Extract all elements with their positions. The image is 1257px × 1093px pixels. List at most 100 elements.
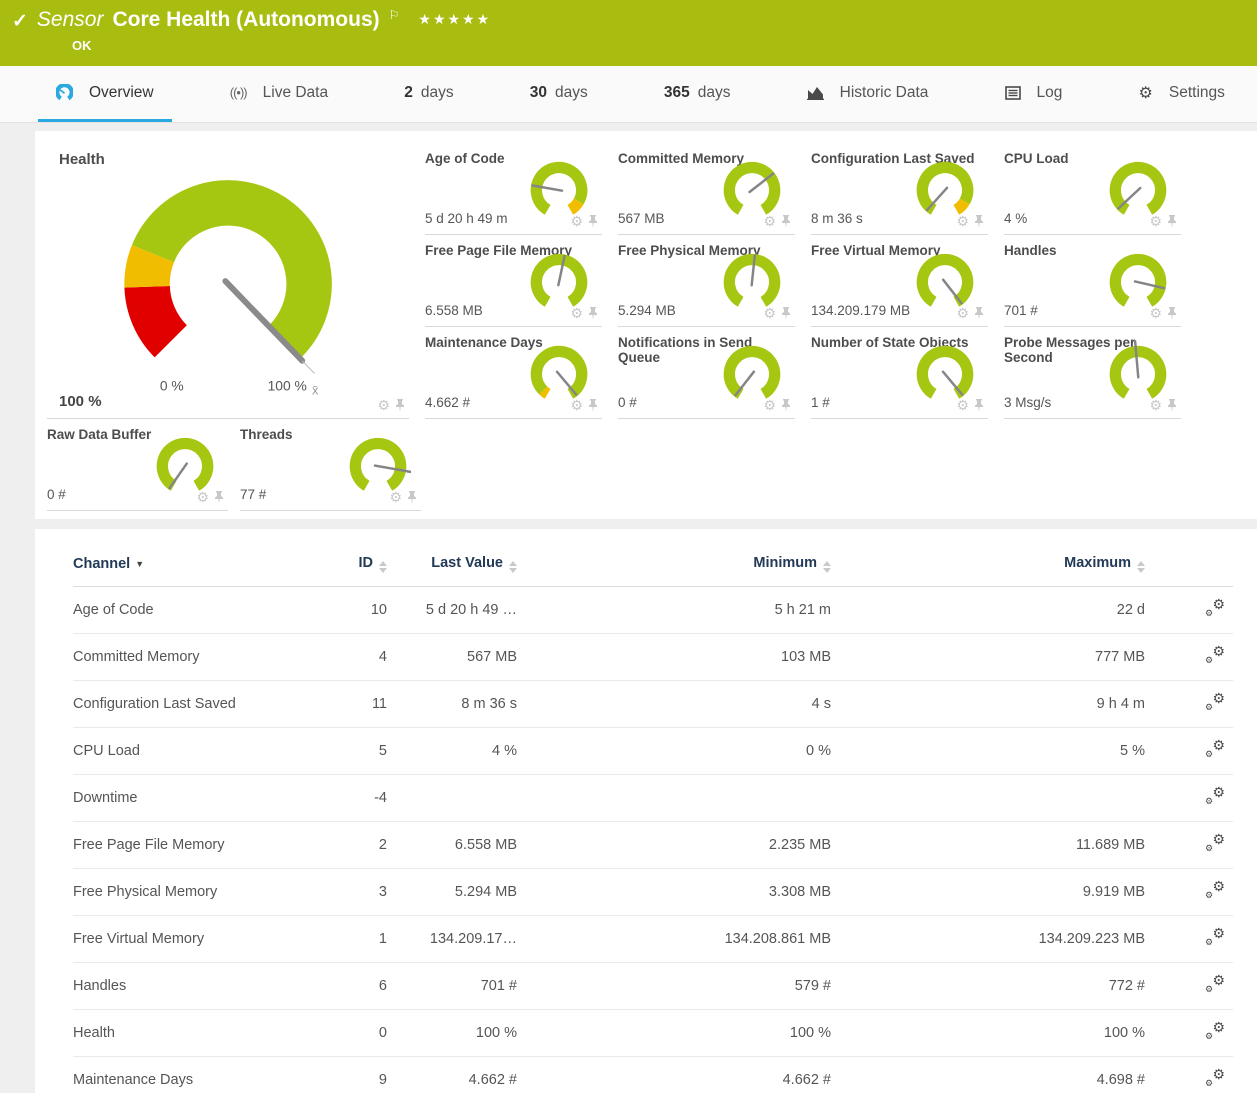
tab-label-bold: 365	[664, 84, 690, 102]
gear-icon[interactable]: ⚙	[377, 398, 390, 412]
cell-id: 0	[287, 1010, 387, 1057]
table-row: Configuration Last Saved 11 8 m 36 s 4 s…	[73, 681, 1233, 728]
column-header-minimum[interactable]: Minimum	[517, 543, 831, 587]
tab-label: Settings	[1169, 84, 1225, 102]
channel-settings-icon[interactable]: ⚙⚙	[1205, 740, 1225, 758]
cell-minimum: 4 s	[517, 681, 831, 728]
tab-30-days[interactable]: 30 days	[512, 66, 606, 122]
gauge-dial	[152, 429, 218, 495]
priority-stars[interactable]: ★★★★★	[418, 11, 491, 28]
gear-icon[interactable]: ⚙	[956, 398, 969, 412]
gear-icon[interactable]: ⚙	[570, 214, 583, 228]
column-header-last-value[interactable]: Last Value	[387, 543, 517, 587]
pin-icon[interactable]	[781, 215, 791, 228]
gear-icon[interactable]: ⚙	[389, 490, 402, 504]
pin-icon[interactable]	[1167, 215, 1177, 228]
cell-minimum: 0 %	[517, 728, 831, 775]
tab-label: days	[421, 84, 454, 102]
channel-settings-icon[interactable]: ⚙⚙	[1205, 975, 1225, 993]
pin-icon[interactable]	[781, 399, 791, 412]
cell-channel: Free Page File Memory	[73, 822, 287, 869]
gauge-card-probe-messages-per-second: Probe Messages per Second 3 Msg/s ⚙	[1004, 327, 1181, 419]
table-row: Free Virtual Memory 1 134.209.17… 134.20…	[73, 916, 1233, 963]
sorted-desc-icon: ▼	[135, 559, 144, 569]
gear-icon[interactable]: ⚙	[1149, 214, 1162, 228]
cell-minimum: 579 #	[517, 963, 831, 1010]
gear-icon[interactable]: ⚙	[196, 490, 209, 504]
gauge-value: 1 #	[811, 395, 830, 410]
cell-settings: ⚙⚙	[1145, 1010, 1233, 1057]
gauge-card-configuration-last-saved: Configuration Last Saved 8 m 36 s ⚙	[811, 143, 988, 235]
channel-settings-icon[interactable]: ⚙⚙	[1205, 881, 1225, 899]
column-header-id[interactable]: ID	[287, 543, 387, 587]
log-list-icon	[1005, 86, 1021, 100]
pin-icon[interactable]	[781, 307, 791, 320]
pin-icon[interactable]	[407, 491, 417, 504]
channel-table: Channel▼ ID Last Value Minimum Maximum A…	[73, 543, 1233, 1093]
column-header-channel[interactable]: Channel▼	[73, 543, 287, 587]
cell-id: 10	[287, 587, 387, 634]
tab-365-days[interactable]: 365 days	[646, 66, 749, 122]
column-label: Maximum	[1064, 555, 1131, 571]
gauge-card-age-of-code: Age of Code 5 d 20 h 49 m ⚙	[425, 143, 602, 235]
pin-icon[interactable]	[1167, 307, 1177, 320]
pin-icon[interactable]	[974, 399, 984, 412]
channel-settings-icon[interactable]: ⚙⚙	[1205, 834, 1225, 852]
channel-settings-icon[interactable]: ⚙⚙	[1205, 693, 1225, 711]
cell-settings: ⚙⚙	[1145, 1057, 1233, 1093]
pin-icon[interactable]	[395, 399, 405, 412]
pin-icon[interactable]	[974, 215, 984, 228]
tab-2-days[interactable]: 2 days	[386, 66, 471, 122]
tab-overview[interactable]: Overview	[38, 66, 172, 122]
gear-icon[interactable]: ⚙	[1149, 398, 1162, 412]
gear-icon[interactable]: ⚙	[763, 398, 776, 412]
gear-icon: ⚙	[1139, 83, 1153, 103]
channel-settings-icon[interactable]: ⚙⚙	[1205, 928, 1225, 946]
gear-icon[interactable]: ⚙	[956, 214, 969, 228]
gear-icon[interactable]: ⚙	[956, 306, 969, 320]
channel-settings-icon[interactable]: ⚙⚙	[1205, 599, 1225, 617]
gauge-card-raw-data-buffer: Raw Data Buffer 0 # ⚙	[47, 419, 228, 511]
table-row: Free Physical Memory 3 5.294 MB 3.308 MB…	[73, 869, 1233, 916]
gauge-dial	[912, 245, 978, 311]
cell-maximum: 4.698 #	[831, 1057, 1145, 1093]
table-row: Committed Memory 4 567 MB 103 MB 777 MB …	[73, 634, 1233, 681]
gauge-dial	[526, 245, 592, 311]
channel-settings-icon[interactable]: ⚙⚙	[1205, 646, 1225, 664]
cell-id: 5	[287, 728, 387, 775]
cell-maximum: 11.689 MB	[831, 822, 1145, 869]
channel-settings-icon[interactable]: ⚙⚙	[1205, 787, 1225, 805]
cell-id: 1	[287, 916, 387, 963]
tab-label-bold: 30	[530, 84, 547, 102]
pin-icon[interactable]	[588, 307, 598, 320]
channel-settings-icon[interactable]: ⚙⚙	[1205, 1069, 1225, 1087]
tab-log[interactable]: Log	[987, 66, 1081, 122]
cell-settings: ⚙⚙	[1145, 634, 1233, 681]
cell-settings: ⚙⚙	[1145, 775, 1233, 822]
pin-icon[interactable]	[588, 215, 598, 228]
gear-icon[interactable]: ⚙	[570, 398, 583, 412]
gauge-value: 5 d 20 h 49 m	[425, 211, 508, 226]
cell-minimum: 103 MB	[517, 634, 831, 681]
cell-last-value: 5 d 20 h 49 …	[387, 587, 517, 634]
gauge-dial	[526, 153, 592, 219]
column-header-maximum[interactable]: Maximum	[831, 543, 1145, 587]
table-row: CPU Load 5 4 % 0 % 5 % ⚙⚙	[73, 728, 1233, 775]
cell-channel: Handles	[73, 963, 287, 1010]
cell-minimum: 5 h 21 m	[517, 587, 831, 634]
gear-icon[interactable]: ⚙	[570, 306, 583, 320]
cell-id: 9	[287, 1057, 387, 1093]
channel-settings-icon[interactable]: ⚙⚙	[1205, 1022, 1225, 1040]
pin-icon[interactable]	[214, 491, 224, 504]
gear-icon[interactable]: ⚙	[763, 306, 776, 320]
pin-icon[interactable]	[1167, 399, 1177, 412]
flag-icon[interactable]: ⚐	[389, 8, 400, 22]
pin-icon[interactable]	[588, 399, 598, 412]
gear-icon[interactable]: ⚙	[1149, 306, 1162, 320]
pin-icon[interactable]	[974, 307, 984, 320]
tab-live-data[interactable]: ((•)) Live Data	[212, 66, 346, 122]
tab-historic-data[interactable]: Historic Data	[789, 66, 947, 122]
tab-settings[interactable]: ⚙ Settings	[1121, 66, 1243, 122]
gear-icon[interactable]: ⚙	[763, 214, 776, 228]
gauge-dial	[345, 429, 411, 495]
